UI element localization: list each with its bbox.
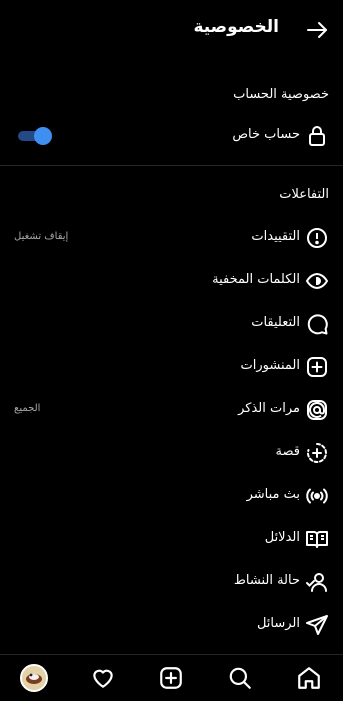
guides-label: الدلائل [264, 530, 300, 545]
send-icon [305, 613, 329, 637]
top-bar: الخصوصية [0, 0, 343, 60]
mentions-row[interactable]: مرات الذكر الجميع [0, 390, 343, 430]
restrict-icon [305, 226, 329, 250]
posts-label: المنشورات [240, 358, 300, 373]
account-privacy-heading: خصوصية الحساب [233, 87, 329, 102]
home-icon[interactable] [296, 665, 322, 691]
hidden-words-label: الكلمات المخفية [212, 272, 300, 287]
activity-status-icon [305, 570, 329, 594]
private-account-toggle[interactable] [18, 127, 52, 145]
activity-status-row[interactable]: حالة النشاط [0, 562, 343, 602]
lock-icon [305, 124, 329, 148]
hidden-words-row[interactable]: الكلمات المخفية [0, 261, 343, 301]
create-icon[interactable] [158, 665, 184, 691]
story-row[interactable]: قصة [0, 433, 343, 473]
restrict-value: إيقاف تشغيل [14, 231, 69, 242]
comments-label: التعليقات [251, 315, 300, 330]
private-account-label: حساب خاص [232, 127, 300, 142]
live-label: بث مباشر [246, 487, 300, 502]
page-title: الخصوصية [193, 17, 279, 37]
restrict-row[interactable]: التقييدات إيقاف تشغيل [0, 218, 343, 258]
comment-icon [305, 312, 329, 336]
profile-avatar[interactable] [20, 664, 48, 692]
story-add-icon [305, 441, 329, 465]
bottom-tab-bar [0, 654, 343, 701]
mentions-value: الجميع [14, 403, 41, 414]
messages-row[interactable]: الرسائل [0, 605, 343, 645]
divider [0, 165, 343, 166]
toggle-knob [34, 127, 52, 145]
search-icon[interactable] [227, 665, 253, 691]
activity-status-label: حالة النشاط [233, 573, 300, 588]
guides-icon [305, 527, 329, 551]
post-add-icon [305, 355, 329, 379]
mentions-label: مرات الذكر [238, 401, 300, 416]
guides-row[interactable]: الدلائل [0, 519, 343, 559]
comments-row[interactable]: التعليقات [0, 304, 343, 344]
hidden-words-icon [305, 269, 329, 293]
arrow-right-icon[interactable] [305, 18, 329, 42]
messages-label: الرسائل [256, 616, 300, 631]
restrict-label: التقييدات [251, 229, 300, 244]
interactions-heading: التفاعلات [279, 187, 329, 202]
story-label: قصة [275, 444, 300, 459]
live-icon [305, 484, 329, 508]
private-account-row[interactable]: حساب خاص [0, 116, 343, 156]
heart-icon[interactable] [90, 665, 116, 691]
mention-icon [305, 398, 329, 422]
live-row[interactable]: بث مباشر [0, 476, 343, 516]
posts-row[interactable]: المنشورات [0, 347, 343, 387]
